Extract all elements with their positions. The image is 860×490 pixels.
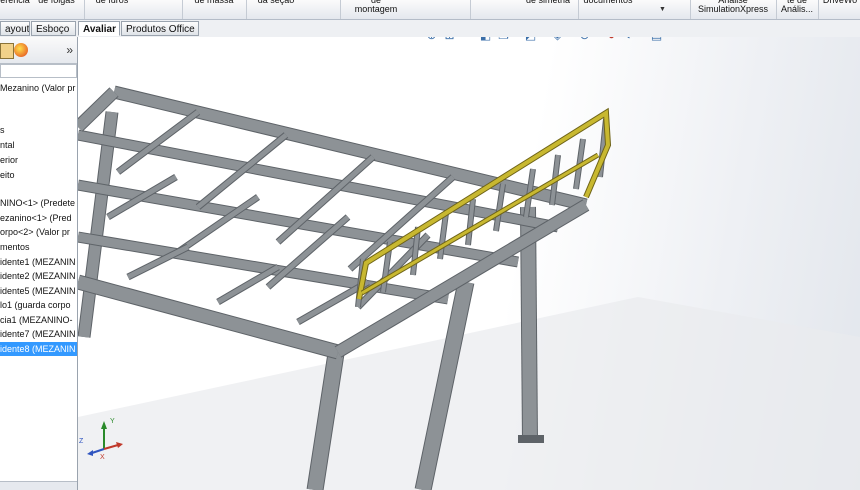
- z-axis-label: Z: [79, 438, 84, 445]
- apply-scene-icon[interactable]: ◐: [622, 37, 637, 43]
- feature-manager-icon[interactable]: [0, 43, 14, 59]
- command-tabs: ayout Esboço Avaliar Produtos Office: [0, 20, 860, 37]
- view-orientation-icon[interactable]: ◩: [523, 37, 538, 43]
- tree-item[interactable]: orpo<2> (Valor pr: [0, 225, 77, 239]
- ribbon-command-6[interactable]: de simetria: [522, 0, 574, 5]
- chevron-down-icon[interactable]: ▼: [659, 6, 666, 13]
- ribbon-separator: [246, 0, 247, 19]
- ribbon-command-1[interactable]: de folgas: [34, 0, 79, 5]
- chevron-down-icon[interactable]: ▾: [541, 37, 547, 39]
- previous-view-icon[interactable]: ↶: [460, 37, 475, 43]
- ribbon-separator: [340, 0, 341, 19]
- expand-panel-button[interactable]: »: [66, 44, 73, 56]
- chevron-down-icon[interactable]: ▾: [640, 37, 646, 39]
- tree-item[interactable]: ntal: [0, 138, 77, 152]
- tab-3[interactable]: Produtos Office: [121, 21, 199, 36]
- tree-item[interactable]: NINO<1> (Predete: [0, 196, 77, 210]
- ribbon-command-4[interactable]: da seção: [252, 0, 300, 5]
- y-axis-label: Y: [110, 418, 115, 425]
- edit-appearance-icon[interactable]: ●: [604, 37, 619, 43]
- tab-2[interactable]: Avaliar: [78, 21, 120, 36]
- z-axis-arrow: [91, 448, 105, 454]
- tree-filter[interactable]: [0, 64, 77, 78]
- tree-item[interactable]: mentos: [0, 240, 77, 254]
- tree-item[interactable]: cia1 (MEZANINO-: [0, 313, 77, 327]
- graphics-area[interactable]: ⊕ ⊞ ↶ ◧ ❐ ▾ ◩ ▾ ◈ ▾ ⊘ ▾ ● ◐ ▾ ▤ ▾ Y X Z: [78, 37, 860, 490]
- chevron-down-icon[interactable]: ▾: [667, 37, 673, 39]
- tree-item[interactable]: idente5 (MEZANIN: [0, 284, 77, 298]
- z-axis-head: [87, 450, 93, 456]
- ribbon-separator: [578, 0, 579, 19]
- ribbon-separator: [776, 0, 777, 19]
- mezzanine-model[interactable]: [78, 37, 860, 490]
- x-axis-head: [116, 442, 123, 448]
- ribbon-command-3[interactable]: de massa: [188, 0, 240, 5]
- panel-scrollbar[interactable]: [0, 481, 77, 490]
- tree-item[interactable]: ezanino<1> (Pred: [0, 211, 77, 225]
- ribbon-separator: [470, 0, 471, 19]
- tree-item[interactable]: idente1 (MEZANIN: [0, 255, 77, 269]
- chevron-down-icon[interactable]: ▾: [514, 37, 520, 39]
- x-axis-label: X: [100, 454, 105, 461]
- ribbon-command-8[interactable]: Análise SimulationXpress: [692, 0, 774, 14]
- ribbon-command-0[interactable]: erência: [0, 0, 30, 5]
- ribbon-command-5[interactable]: de montagem: [346, 0, 406, 14]
- x-axis-arrow: [103, 444, 119, 450]
- hide-show-icon[interactable]: ⊘: [577, 37, 592, 43]
- y-axis-head: [101, 421, 107, 429]
- ribbon-separator: [818, 0, 819, 19]
- heads-up-toolbar: ⊕ ⊞ ↶ ◧ ❐ ▾ ◩ ▾ ◈ ▾ ⊘ ▾ ● ◐ ▾ ▤ ▾: [424, 37, 673, 44]
- ribbon-command-9[interactable]: te de Anális...: [778, 0, 816, 14]
- tree-item[interactable]: idente2 (MEZANIN: [0, 269, 77, 283]
- floor-shadow: [78, 297, 860, 490]
- zoom-to-fit-icon[interactable]: ⊕: [424, 37, 439, 43]
- tree-item[interactable]: lo1 (guarda corpo: [0, 298, 77, 312]
- tree-item[interactable]: idente8 (MEZANIN: [0, 342, 77, 356]
- command-ribbon: erência de folgas de furos de massa da seção…: [0, 0, 860, 20]
- display-manager-icon[interactable]: [14, 43, 28, 57]
- display-style-icon[interactable]: ◈: [550, 37, 565, 43]
- tree-item[interactable]: erior: [0, 153, 77, 167]
- view-settings-icon[interactable]: ▤: [649, 37, 664, 43]
- tree-item[interactable]: eito: [0, 168, 77, 182]
- feature-manager-panel: » Mezanino (Valor pr s ntal erior eito NINO<1…: [0, 37, 78, 490]
- ribbon-separator: [182, 0, 183, 19]
- ribbon-separator: [690, 0, 691, 19]
- tree-item[interactable]: idente7 (MEZANIN: [0, 327, 77, 341]
- ribbon-separator: [84, 0, 85, 19]
- section-view-icon[interactable]: ◧: [478, 37, 493, 43]
- tree-item[interactable]: Mezanino (Valor pr: [0, 81, 77, 95]
- chevron-down-icon[interactable]: ▾: [568, 37, 574, 39]
- column-base-plate: [518, 435, 544, 443]
- ribbon-command-10[interactable]: DriveWo: [820, 0, 860, 5]
- reference-triad: Y X Z: [79, 418, 123, 461]
- zoom-to-area-icon[interactable]: ⊞: [442, 37, 457, 43]
- tab-0[interactable]: ayout: [0, 21, 30, 36]
- tree-item[interactable]: s: [0, 123, 77, 137]
- dynamic-annotation-icon[interactable]: ❐: [496, 37, 511, 43]
- panel-toolbar: »: [0, 37, 77, 64]
- beam-front-main: [78, 275, 340, 359]
- tab-1[interactable]: Esboço: [31, 21, 76, 36]
- ribbon-command-2[interactable]: de furos: [92, 0, 132, 5]
- ribbon-command-7[interactable]: documentos: [580, 0, 636, 5]
- chevron-down-icon[interactable]: ▾: [595, 37, 601, 39]
